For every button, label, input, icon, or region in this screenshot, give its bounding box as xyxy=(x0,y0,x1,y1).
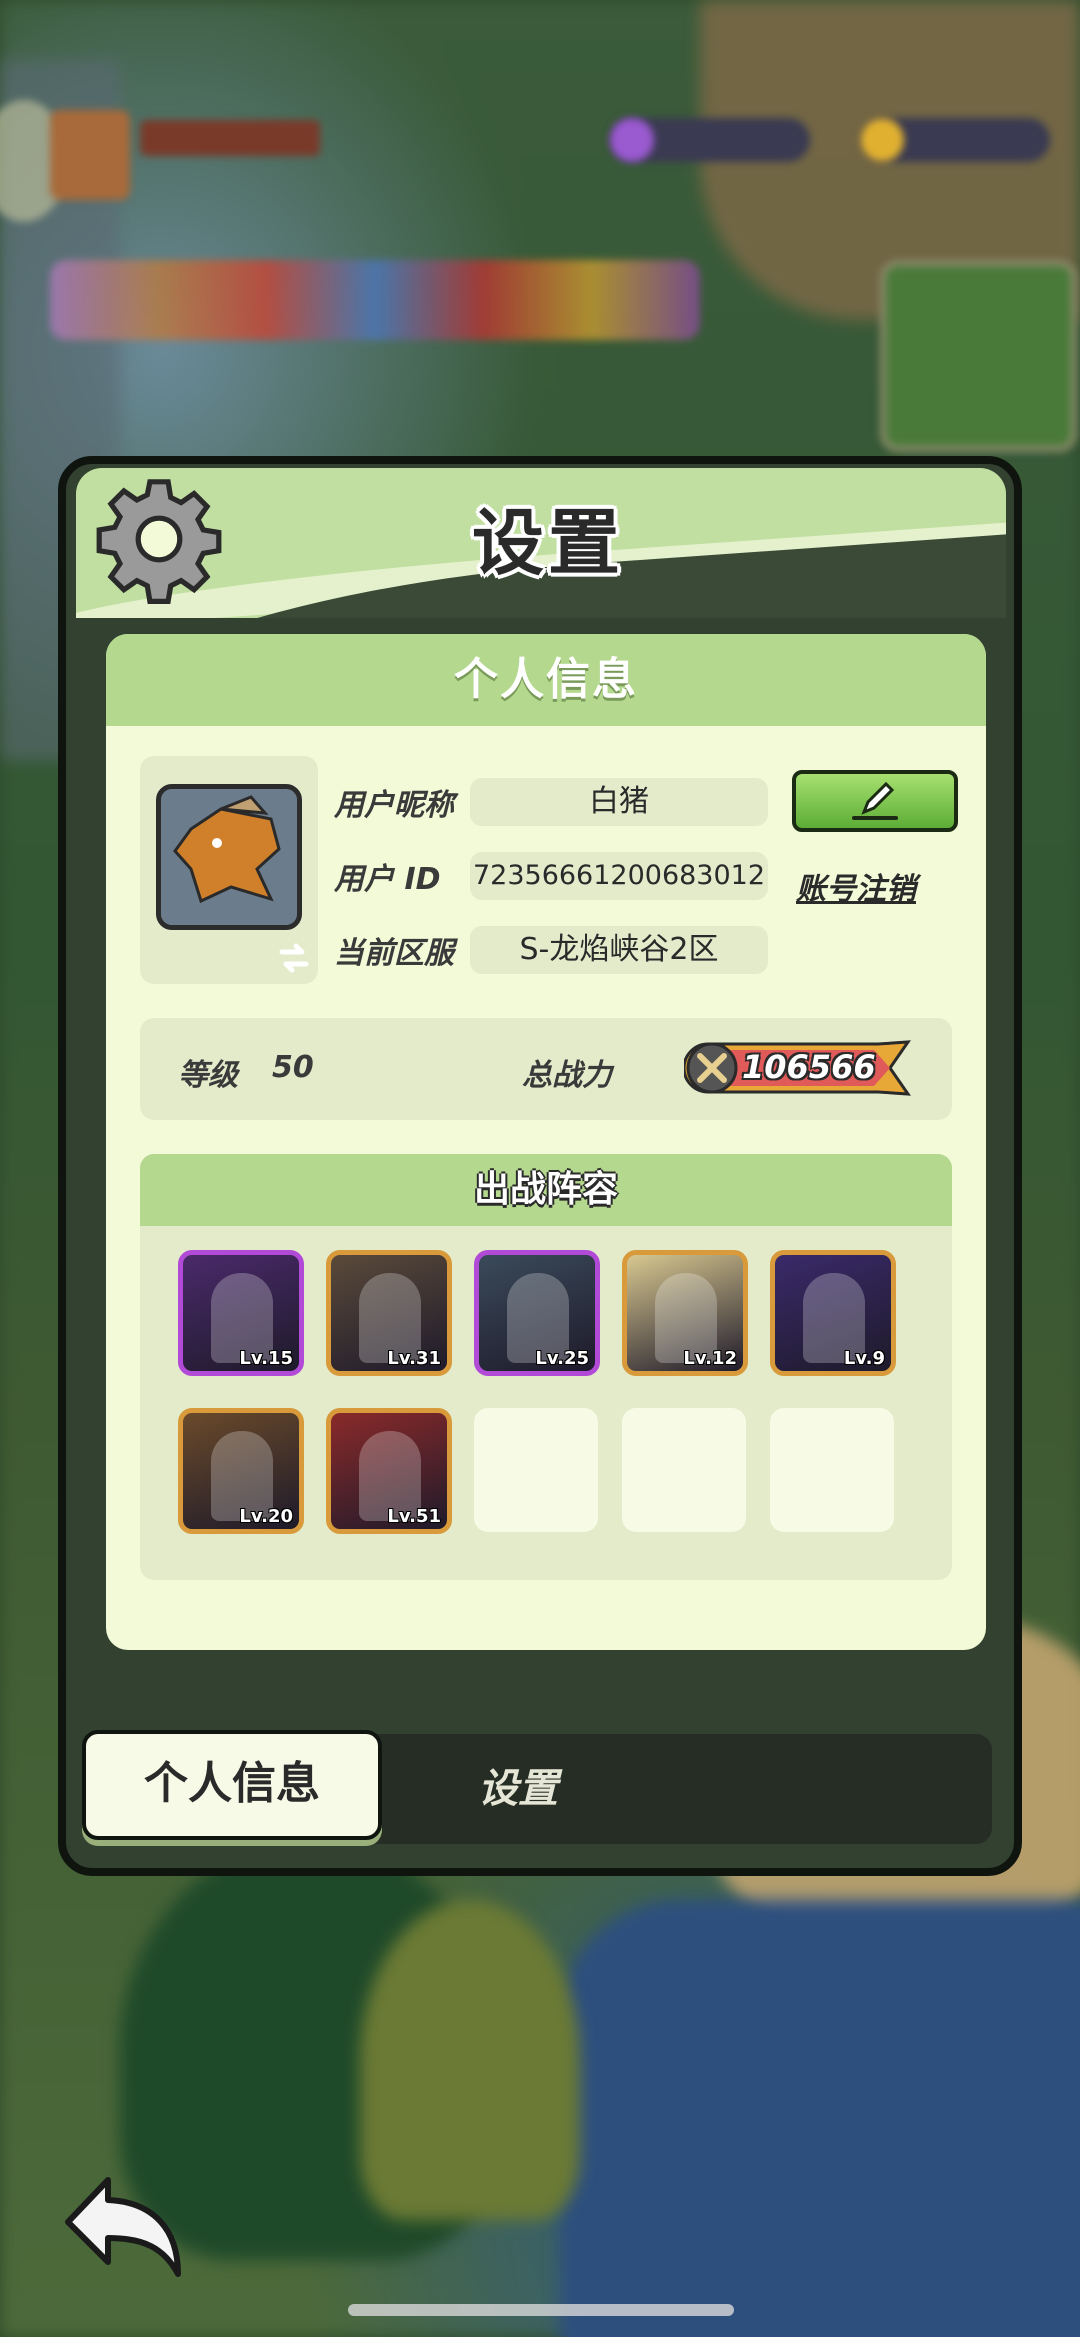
empty-hero-slot[interactable] xyxy=(622,1408,746,1532)
server-value: S-龙焰峡谷2区 xyxy=(470,926,768,974)
tab-settings[interactable]: 设置 xyxy=(478,1734,558,1844)
user-id-value: 72356661200683012 xyxy=(470,852,768,900)
hero-card[interactable]: Lv.12 xyxy=(622,1250,748,1376)
hero-level: Lv.51 xyxy=(387,1506,441,1527)
hero-card[interactable]: Lv.20 xyxy=(178,1408,304,1534)
settings-panel: 设置 个人信息 用户昵称 白猪 用户 ID 72356661200683012 … xyxy=(58,456,1022,1876)
empty-hero-slot[interactable] xyxy=(770,1408,894,1532)
back-arrow-icon[interactable] xyxy=(60,2172,190,2282)
hero-level: Lv.9 xyxy=(843,1348,885,1369)
hero-card[interactable]: Lv.51 xyxy=(326,1408,452,1534)
swap-icon[interactable] xyxy=(276,940,312,976)
pencil-icon xyxy=(852,781,898,820)
user-id-label: 用户 ID xyxy=(334,862,441,897)
empty-hero-slot[interactable] xyxy=(474,1408,598,1532)
server-label: 当前区服 xyxy=(334,936,454,971)
tab-personal-info[interactable]: 个人信息 xyxy=(82,1730,382,1840)
nickname-label: 用户昵称 xyxy=(334,788,454,823)
hero-card[interactable]: Lv.25 xyxy=(474,1250,600,1376)
power-label: 总战力 xyxy=(522,1058,612,1093)
hero-level: Lv.31 xyxy=(387,1348,441,1369)
lineup-title: 出战阵容 xyxy=(140,1154,952,1226)
card-title: 个人信息 xyxy=(106,634,986,726)
hero-level: Lv.25 xyxy=(535,1348,589,1369)
cancel-account-link[interactable]: 账号注销 xyxy=(796,864,916,908)
level-value: 50 xyxy=(272,1050,314,1085)
hero-card[interactable]: Lv.31 xyxy=(326,1250,452,1376)
profile-card: 个人信息 用户昵称 白猪 用户 ID 72356661200683012 账号注… xyxy=(106,634,986,1650)
edit-nickname-button[interactable] xyxy=(792,770,958,832)
avatar[interactable] xyxy=(156,784,302,930)
hero-level: Lv.20 xyxy=(239,1506,293,1527)
lineup-section: 出战阵容 Lv.15 Lv.31 Lv.25 Lv.12 Lv.9 Lv.20 Lv.51 xyxy=(140,1154,952,1580)
avatar-box[interactable] xyxy=(140,756,318,984)
hero-card[interactable]: Lv.15 xyxy=(178,1250,304,1376)
power-value: 106566 xyxy=(742,1048,876,1086)
home-indicator xyxy=(348,2304,734,2316)
stats-bar: 等级 50 总战力 106566 xyxy=(140,1018,952,1120)
nickname-value: 白猪 xyxy=(470,778,768,826)
hero-card[interactable]: Lv.9 xyxy=(770,1250,896,1376)
panel-title: 设置 xyxy=(471,501,624,585)
power-badge: 106566 xyxy=(684,1040,914,1096)
hero-level: Lv.15 xyxy=(239,1348,293,1369)
level-label: 等级 xyxy=(178,1058,238,1093)
hero-level: Lv.12 xyxy=(683,1348,737,1369)
tab-bar: 个人信息 设置 xyxy=(82,1730,992,1844)
